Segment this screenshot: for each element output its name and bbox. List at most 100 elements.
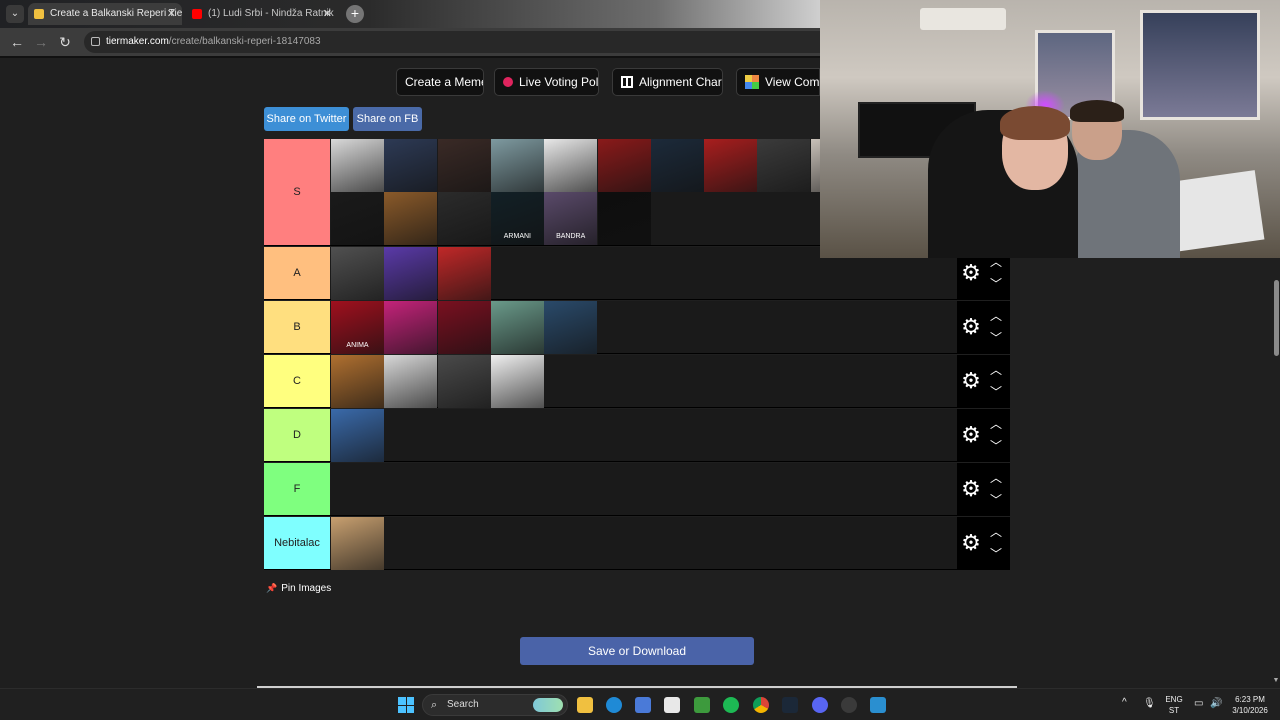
edge-icon[interactable] [606,697,622,713]
store-icon[interactable] [635,697,651,713]
tier-label[interactable]: A [264,247,330,299]
tier-items-area[interactable] [331,517,955,570]
close-tab-icon[interactable]: ✕ [167,3,176,25]
tier-item-image[interactable] [331,409,384,462]
chevron-down-icon[interactable]: ﹀ [987,277,1005,291]
tier-item-image[interactable]: ARMANI [490,192,544,245]
scroll-down-arrow-icon[interactable]: ▼ [1272,677,1280,684]
chevron-up-icon[interactable]: ︿ [987,309,1005,323]
create-meme-button[interactable]: Create a Meme [396,68,484,96]
tab-youtube[interactable]: (1) Ludi Srbi - Nindža Ratnik ✕ [186,3,338,25]
tier-label[interactable]: D [264,409,330,461]
tier-items-area[interactable]: ANIMA [331,301,955,354]
network-icon[interactable]: ▭ [1194,698,1203,720]
gear-icon[interactable]: ⚙ [959,531,983,555]
tier-item-image[interactable] [490,355,544,408]
taskbar-search-box[interactable]: ⌕ Search [422,694,568,716]
tab-search-menu-button[interactable]: ⌄ [6,5,24,23]
tier-item-image[interactable] [650,139,704,192]
tier-item-image[interactable] [384,301,438,354]
steam-icon[interactable] [782,697,798,713]
microphone-icon[interactable]: 🎙 [1143,698,1156,720]
chevron-up-icon[interactable]: ︿ [987,525,1005,539]
gear-icon[interactable]: ⚙ [959,315,983,339]
tier-item-image[interactable] [490,301,544,354]
tier-items-area[interactable] [331,355,955,408]
close-tab-icon[interactable]: ✕ [323,3,332,25]
share-twitter-button[interactable]: Share on Twitter [264,107,349,131]
tier-items-area[interactable] [331,409,955,462]
alignment-chart-button[interactable]: Alignment Chart [612,68,723,96]
save-or-download-button[interactable]: Save or Download [520,637,754,665]
windows-start-icon[interactable] [398,697,414,713]
tier-item-image[interactable] [331,517,384,570]
chevron-down-icon[interactable]: ﹀ [987,439,1005,453]
tier-item-image[interactable] [437,355,491,408]
tier-item-image[interactable]: ANIMA [331,301,384,354]
discord-icon[interactable] [812,697,828,713]
url-field[interactable]: tiermaker.com/create/balkanski-reperi-18… [84,31,820,53]
tier-label[interactable]: C [264,355,330,407]
tier-item-image[interactable] [437,247,491,300]
chevron-up-icon[interactable]: ︿ [987,471,1005,485]
tier-item-image[interactable] [704,139,758,192]
obs-icon[interactable] [841,697,857,713]
minecraft-icon[interactable] [694,697,710,713]
tier-item-image[interactable] [437,192,491,245]
tier-label[interactable]: B [264,301,330,353]
back-arrow-icon[interactable]: ← [8,33,26,51]
forward-arrow-icon[interactable]: → [32,33,50,51]
tier-item-image[interactable] [384,192,438,245]
tier-item-image[interactable] [437,139,491,192]
chevron-down-icon[interactable]: ﹀ [987,385,1005,399]
tier-item-image[interactable] [597,139,651,192]
tier-label[interactable]: F [264,463,330,515]
gear-icon[interactable]: ⚙ [959,369,983,393]
chevron-down-icon[interactable]: ﹀ [987,493,1005,507]
pin-images-toggle[interactable]: 📌 Pin Images [266,583,331,594]
language-indicator[interactable]: ENG ST [1164,694,1184,720]
tier-items-area[interactable] [331,463,955,515]
tier-item-image[interactable] [490,139,544,192]
tier-item-image[interactable] [384,247,438,300]
tier-item-image[interactable] [544,301,598,354]
clock[interactable]: 6:23 PM 3/10/2026 [1230,694,1270,720]
chevron-down-icon[interactable]: ﹀ [987,547,1005,561]
volume-icon[interactable]: 🔊 [1210,698,1222,720]
chrome-icon[interactable] [753,697,769,713]
gear-icon[interactable]: ⚙ [959,423,983,447]
tray-overflow-chevron-icon[interactable]: ^ [1122,697,1127,720]
new-tab-plus-icon[interactable]: + [346,5,364,23]
live-voting-poll-button[interactable]: Live Voting Poll [494,68,599,96]
tier-item-image[interactable] [757,139,811,192]
view-comm-button[interactable]: View Comm [736,68,820,96]
tier-item-image[interactable] [437,301,491,354]
vertical-scrollbar[interactable]: ▼ [1272,260,1280,684]
tier-item-image[interactable] [544,139,598,192]
photos-icon[interactable] [870,697,886,713]
gear-icon[interactable]: ⚙ [959,477,983,501]
tier-item-image[interactable] [384,355,438,408]
tier-item-image[interactable] [597,192,651,245]
spotify-icon[interactable] [723,697,739,713]
tier-item-image[interactable] [331,355,384,408]
chevron-up-icon[interactable]: ︿ [987,363,1005,377]
tier-label[interactable]: Nebitalac [264,517,330,569]
tier-label[interactable]: S [264,139,330,245]
chevron-down-icon[interactable]: ﹀ [987,331,1005,345]
tier-item-image[interactable] [331,139,384,192]
live-poll-label: Live Voting Poll [519,75,599,89]
gear-icon[interactable]: ⚙ [959,261,983,285]
tier-item-image[interactable] [331,247,384,300]
tier-item-image[interactable]: BANDRA [544,192,598,245]
file-explorer-icon[interactable] [577,697,593,713]
tier-item-image[interactable] [384,139,438,192]
site-info-icon[interactable] [91,37,100,46]
tab-tiermaker[interactable]: Create a Balkanski Reperi Tier L ✕ [28,3,182,25]
pen-app-icon[interactable] [664,697,680,713]
scrollbar-thumb[interactable] [1274,280,1279,356]
reload-icon[interactable]: ↻ [56,33,74,51]
tier-item-image[interactable] [331,192,384,245]
chevron-up-icon[interactable]: ︿ [987,417,1005,431]
share-fb-button[interactable]: Share on FB [353,107,422,131]
